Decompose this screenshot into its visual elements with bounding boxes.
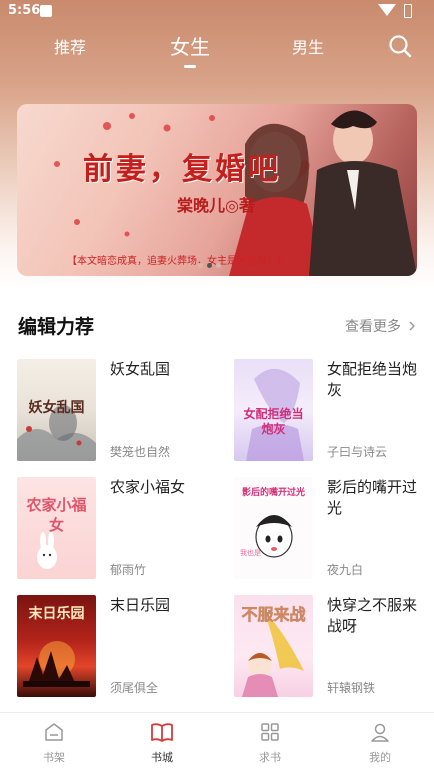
book-title: 末日乐园 bbox=[110, 596, 171, 614]
top-nav: 推荐 女生 男生 bbox=[0, 28, 434, 72]
book-cover[interactable]: 我也是 影后的嘴开过光 bbox=[234, 477, 313, 579]
status-indicators bbox=[378, 4, 412, 18]
bottom-nav: 书架 书城 求书 我的 bbox=[0, 712, 434, 772]
bottom-nav-bookshelf[interactable]: 书架 bbox=[24, 721, 84, 772]
banner-illustration bbox=[54, 110, 417, 276]
banner-tagline: 【本文暗恋成真，追妻火葬场，女主是大佬哦！】 bbox=[67, 256, 287, 267]
carousel-dot[interactable] bbox=[198, 263, 203, 268]
book-author: 子曰与诗云 bbox=[327, 445, 388, 459]
bottom-nav-label: 书架 bbox=[43, 751, 65, 764]
bottom-nav-label: 我的 bbox=[369, 751, 391, 764]
banner-author: 棠晚儿◎著 bbox=[177, 196, 255, 215]
tab-recommend[interactable]: 推荐 bbox=[54, 34, 86, 58]
active-tab-indicator bbox=[184, 65, 196, 68]
book-city-icon bbox=[151, 723, 173, 742]
book-title: 影后的嘴开过光 bbox=[327, 478, 418, 517]
book-card[interactable]: 我也是 影后的嘴开过光 影后的嘴开过光 夜九白 bbox=[234, 477, 434, 581]
book-card[interactable]: 末日乐园 末日乐园 须尾俱全 bbox=[17, 595, 217, 699]
book-card[interactable]: 女配拒绝当炮灰 女配拒绝当炮灰 子曰与诗云 bbox=[234, 359, 434, 463]
chevron-right-icon bbox=[409, 321, 416, 331]
bottom-nav-mine[interactable]: 我的 bbox=[350, 721, 410, 772]
notification-icon bbox=[40, 5, 52, 17]
bottom-nav-request[interactable]: 求书 bbox=[240, 721, 300, 772]
book-card[interactable]: 农家小福女 农家小福女 郁雨竹 bbox=[17, 477, 217, 581]
book-author: 夜九白 bbox=[327, 563, 364, 577]
wifi-icon bbox=[378, 4, 396, 16]
svg-text:我也是: 我也是 bbox=[240, 548, 261, 557]
book-card[interactable]: 不服来战 快穿之不服来战呀 轩辕钢铁 bbox=[234, 595, 434, 699]
see-more-link[interactable]: 查看更多 bbox=[345, 316, 417, 336]
book-title: 农家小福女 bbox=[110, 478, 186, 496]
book-author: 轩辕钢铁 bbox=[327, 681, 376, 695]
book-author: 须尾俱全 bbox=[110, 681, 159, 695]
book-cover[interactable]: 不服来战 bbox=[234, 595, 313, 697]
carousel-dot-active[interactable] bbox=[207, 263, 212, 268]
grid-icon bbox=[261, 723, 279, 741]
book-author: 樊笼也自然 bbox=[110, 445, 171, 459]
book-title: 快穿之不服来战呀 bbox=[327, 596, 418, 635]
banner-title: 前妻，复婚吧 bbox=[83, 152, 281, 187]
profile-icon bbox=[371, 723, 389, 742]
book-title: 妖女乱国 bbox=[110, 360, 171, 378]
bookshelf-icon bbox=[45, 723, 63, 741]
cover-title: 末日乐园 bbox=[28, 606, 85, 622]
see-more-label: 查看更多 bbox=[345, 319, 401, 335]
section-title: 编辑力荐 bbox=[18, 316, 95, 338]
book-cover[interactable]: 末日乐园 bbox=[17, 595, 96, 697]
book-title: 女配拒绝当炮灰 bbox=[327, 360, 418, 399]
cover-title: 女配拒绝当炮灰 bbox=[243, 407, 304, 436]
bottom-nav-bookcity[interactable]: 书城 bbox=[132, 721, 192, 772]
bottom-nav-label: 求书 bbox=[259, 751, 281, 764]
status-time: 5:56 bbox=[8, 3, 41, 18]
banner-carousel[interactable]: 前妻，复婚吧 棠晚儿◎著 【本文暗恋成真，追妻火葬场，女主是大佬哦！】 bbox=[17, 104, 417, 276]
search-icon[interactable] bbox=[386, 32, 414, 60]
carousel-dots bbox=[198, 263, 238, 269]
battery-icon bbox=[404, 4, 412, 18]
cover-title: 妖女乱国 bbox=[28, 400, 85, 416]
book-card[interactable]: 妖女乱国 妖女乱国 樊笼也自然 bbox=[17, 359, 217, 463]
bottom-nav-label: 书城 bbox=[151, 751, 173, 764]
tab-male[interactable]: 男生 bbox=[292, 34, 324, 58]
book-author: 郁雨竹 bbox=[110, 563, 147, 577]
book-cover[interactable]: 妖女乱国 bbox=[17, 359, 96, 461]
cover-title: 农家小福女 bbox=[26, 496, 87, 534]
cover-title: 不服来战 bbox=[241, 605, 306, 625]
tab-female[interactable]: 女生 bbox=[170, 31, 210, 60]
status-bar: 5:56 bbox=[0, 0, 434, 24]
cover-title: 影后的嘴开过光 bbox=[241, 488, 305, 498]
book-cover[interactable]: 女配拒绝当炮灰 bbox=[234, 359, 313, 461]
book-cover[interactable]: 农家小福女 bbox=[17, 477, 96, 579]
carousel-dot[interactable] bbox=[216, 263, 221, 268]
